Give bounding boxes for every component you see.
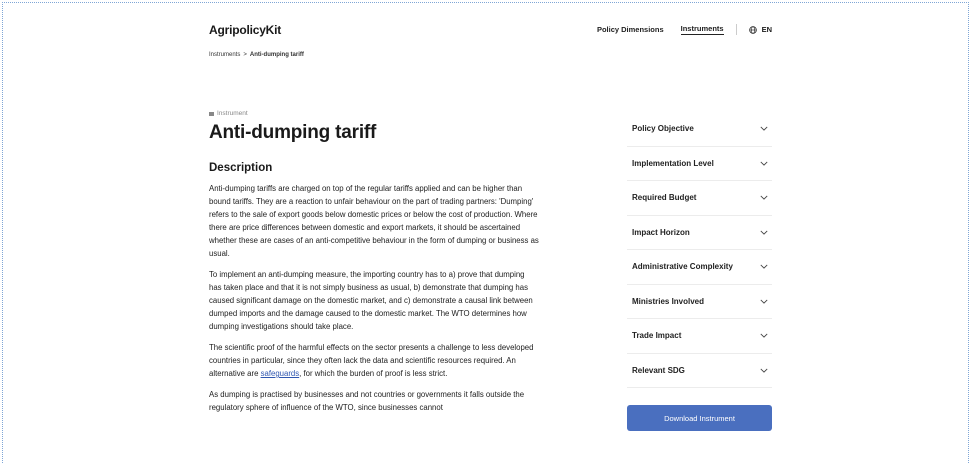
- safeguards-link[interactable]: safeguards: [261, 369, 300, 378]
- breadcrumb-separator: >: [243, 52, 247, 58]
- filter-label: Impact Horizon: [632, 227, 690, 237]
- language-switcher[interactable]: EN: [748, 25, 772, 34]
- globe-icon: [748, 25, 757, 34]
- filter-label: Administrative Complexity: [632, 262, 733, 272]
- filter-label: Relevant SDG: [632, 365, 685, 375]
- description-paragraph: To implement an anti-dumping measure, th…: [209, 270, 533, 331]
- filter-label: Implementation Level: [632, 158, 714, 168]
- filter-label: Trade Impact: [632, 331, 682, 341]
- main-nav: Policy Dimensions Instruments EN: [580, 24, 772, 35]
- breadcrumb: Instruments > Anti-dumping tariff: [209, 52, 304, 58]
- filter-trade-impact[interactable]: Trade Impact: [627, 319, 772, 354]
- filter-implementation-level[interactable]: Implementation Level: [627, 147, 772, 181]
- instrument-content: Instrument Anti-dumping tariff Descripti…: [209, 110, 539, 414]
- nav-divider: [735, 24, 737, 35]
- chevron-down-icon: [760, 333, 768, 338]
- chevron-down-icon: [760, 230, 768, 235]
- chevron-down-icon: [760, 161, 768, 166]
- dimension-filters: Policy Objective Implementation Level Re…: [627, 112, 772, 388]
- filter-label: Ministries Involved: [632, 296, 705, 306]
- download-instrument-button[interactable]: Download Instrument: [627, 405, 772, 431]
- description-paragraph: Anti-dumping tariffs are charged on top …: [209, 184, 539, 258]
- filter-administrative-complexity[interactable]: Administrative Complexity: [627, 250, 772, 285]
- site-header: AgripolicyKit Policy Dimensions Instrume…: [209, 0, 772, 56]
- chevron-down-icon: [760, 126, 768, 131]
- description-paragraph: The scientific proof of the harmful effe…: [209, 343, 534, 378]
- filter-label: Policy Objective: [632, 124, 694, 134]
- chevron-down-icon: [760, 195, 768, 200]
- chevron-down-icon: [760, 299, 768, 304]
- eyebrow: Instrument: [209, 110, 539, 117]
- chevron-down-icon: [760, 368, 768, 373]
- eyebrow-label: Instrument: [217, 110, 248, 117]
- filter-policy-objective[interactable]: Policy Objective: [627, 112, 772, 147]
- filter-label: Required Budget: [632, 193, 697, 203]
- brand-logo[interactable]: AgripolicyKit: [209, 23, 281, 37]
- page-title: Anti-dumping tariff: [209, 122, 377, 143]
- filter-ministries-involved[interactable]: Ministries Involved: [627, 285, 772, 319]
- filter-required-budget[interactable]: Required Budget: [627, 181, 772, 216]
- breadcrumb-parent[interactable]: Instruments: [209, 52, 240, 58]
- description-paragraph: As dumping is practised by businesses an…: [209, 390, 525, 412]
- filter-relevant-sdg[interactable]: Relevant SDG: [627, 354, 772, 388]
- chevron-down-icon: [760, 264, 768, 269]
- language-label: EN: [761, 25, 772, 34]
- section-title: Description: [209, 162, 273, 174]
- filter-impact-horizon[interactable]: Impact Horizon: [627, 216, 772, 250]
- nav-policy-dimensions[interactable]: Policy Dimensions: [597, 25, 664, 34]
- instrument-icon: [209, 111, 214, 116]
- breadcrumb-current: Anti-dumping tariff: [249, 52, 304, 58]
- nav-instruments[interactable]: Instruments: [680, 24, 724, 35]
